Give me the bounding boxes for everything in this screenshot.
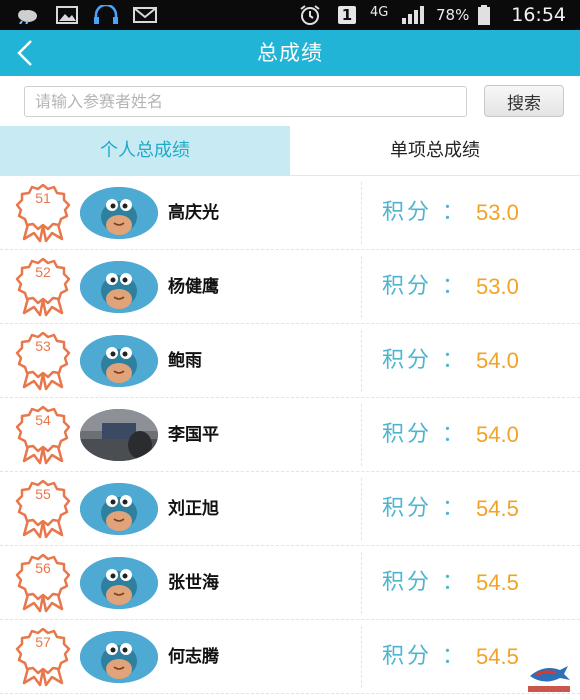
rank-badge-icon: 54 xyxy=(14,405,72,465)
rank-number: 56 xyxy=(35,560,51,576)
player-name: 何志腾 xyxy=(168,647,219,667)
search-bar: 搜索 xyxy=(0,76,580,126)
score-label: 积分 ： xyxy=(382,200,467,225)
search-input[interactable] xyxy=(24,86,467,117)
column-divider xyxy=(361,552,362,614)
list-item[interactable]: 55 刘正旭 积分 ： 54.5 xyxy=(0,472,580,546)
network-4g-label: 4G xyxy=(370,5,389,20)
page-title: 总成绩 xyxy=(257,41,323,65)
signal-icon xyxy=(400,5,426,25)
score-value: 54.5 xyxy=(476,496,519,521)
score-value: 54.5 xyxy=(476,644,519,669)
avatar xyxy=(80,187,158,239)
player-name: 张世海 xyxy=(168,573,219,593)
score-label: 积分 ： xyxy=(382,348,467,373)
status-bar: 1 4G 78% 16:54 xyxy=(0,0,580,30)
avatar xyxy=(80,261,158,313)
player-name: 李国平 xyxy=(168,425,219,445)
score-label: 积分 ： xyxy=(382,274,467,299)
player-name: 鲍雨 xyxy=(168,351,202,371)
column-divider xyxy=(361,478,362,540)
list-item[interactable]: 56 张世海 积分 ： 54.5 xyxy=(0,546,580,620)
rank-number: 57 xyxy=(35,634,51,650)
tab-event-total[interactable]: 单项总成绩 xyxy=(290,126,580,176)
avatar xyxy=(80,557,158,609)
score-label: 积分 ： xyxy=(382,644,467,669)
avatar xyxy=(80,483,158,535)
column-divider xyxy=(361,256,362,318)
rank-badge-icon: 57 xyxy=(14,627,72,687)
alarm-icon xyxy=(298,5,322,25)
player-name: 刘正旭 xyxy=(168,499,219,519)
score-value: 54.0 xyxy=(476,422,519,447)
rank-number: 51 xyxy=(35,190,51,206)
title-bar: 总成绩 xyxy=(0,30,580,76)
rank-number: 54 xyxy=(35,412,51,428)
gallery-icon xyxy=(56,5,78,25)
score-value: 53.0 xyxy=(476,200,519,225)
search-button[interactable]: 搜索 xyxy=(484,85,564,117)
rank-badge-icon: 55 xyxy=(14,479,72,539)
rank-badge-icon: 53 xyxy=(14,331,72,391)
avatar xyxy=(80,409,158,461)
clock: 16:54 xyxy=(511,4,566,26)
score-label: 积分 ： xyxy=(382,496,467,521)
avatar xyxy=(80,335,158,387)
rank-badge-icon: 51 xyxy=(14,183,72,243)
watermark-logo xyxy=(524,656,574,696)
tab-personal-total[interactable]: 个人总成绩 xyxy=(0,126,290,176)
player-name: 杨健鹰 xyxy=(168,277,219,297)
rank-number: 55 xyxy=(35,486,51,502)
rank-number: 52 xyxy=(35,264,51,280)
column-divider xyxy=(361,626,362,688)
column-divider xyxy=(361,330,362,392)
list-item[interactable]: 57 何志腾 积分 ： 54.5 xyxy=(0,620,580,694)
score-label: 积分 ： xyxy=(382,570,467,595)
list-item[interactable]: 53 鲍雨 积分 ： 54.0 xyxy=(0,324,580,398)
rank-badge-icon: 52 xyxy=(14,257,72,317)
weather-icon xyxy=(14,5,40,25)
mail-icon xyxy=(132,5,158,25)
rank-badge-icon: 56 xyxy=(14,553,72,613)
score-list: 51 高庆光 积分 ： 53.0 52 杨健鹰 积分 ： 53.0 53 鲍雨 … xyxy=(0,176,580,700)
headset-icon xyxy=(92,5,120,25)
player-name: 高庆光 xyxy=(168,203,219,223)
list-item[interactable]: 52 杨健鹰 积分 ： 53.0 xyxy=(0,250,580,324)
score-value: 53.0 xyxy=(476,274,519,299)
battery-percent: 78% xyxy=(436,6,470,24)
avatar xyxy=(80,631,158,683)
list-item[interactable]: 54 李国平 积分 ： 54.0 xyxy=(0,398,580,472)
tab-bar: 个人总成绩 单项总成绩 xyxy=(0,126,580,176)
list-item[interactable]: 51 高庆光 积分 ： 53.0 xyxy=(0,176,580,250)
score-value: 54.0 xyxy=(476,348,519,373)
battery-icon xyxy=(476,5,492,25)
column-divider xyxy=(361,182,362,244)
sim-slot-label: 1 xyxy=(341,6,353,24)
score-value: 54.5 xyxy=(476,570,519,595)
column-divider xyxy=(361,404,362,466)
rank-number: 53 xyxy=(35,338,51,354)
score-label: 积分 ： xyxy=(382,422,467,447)
